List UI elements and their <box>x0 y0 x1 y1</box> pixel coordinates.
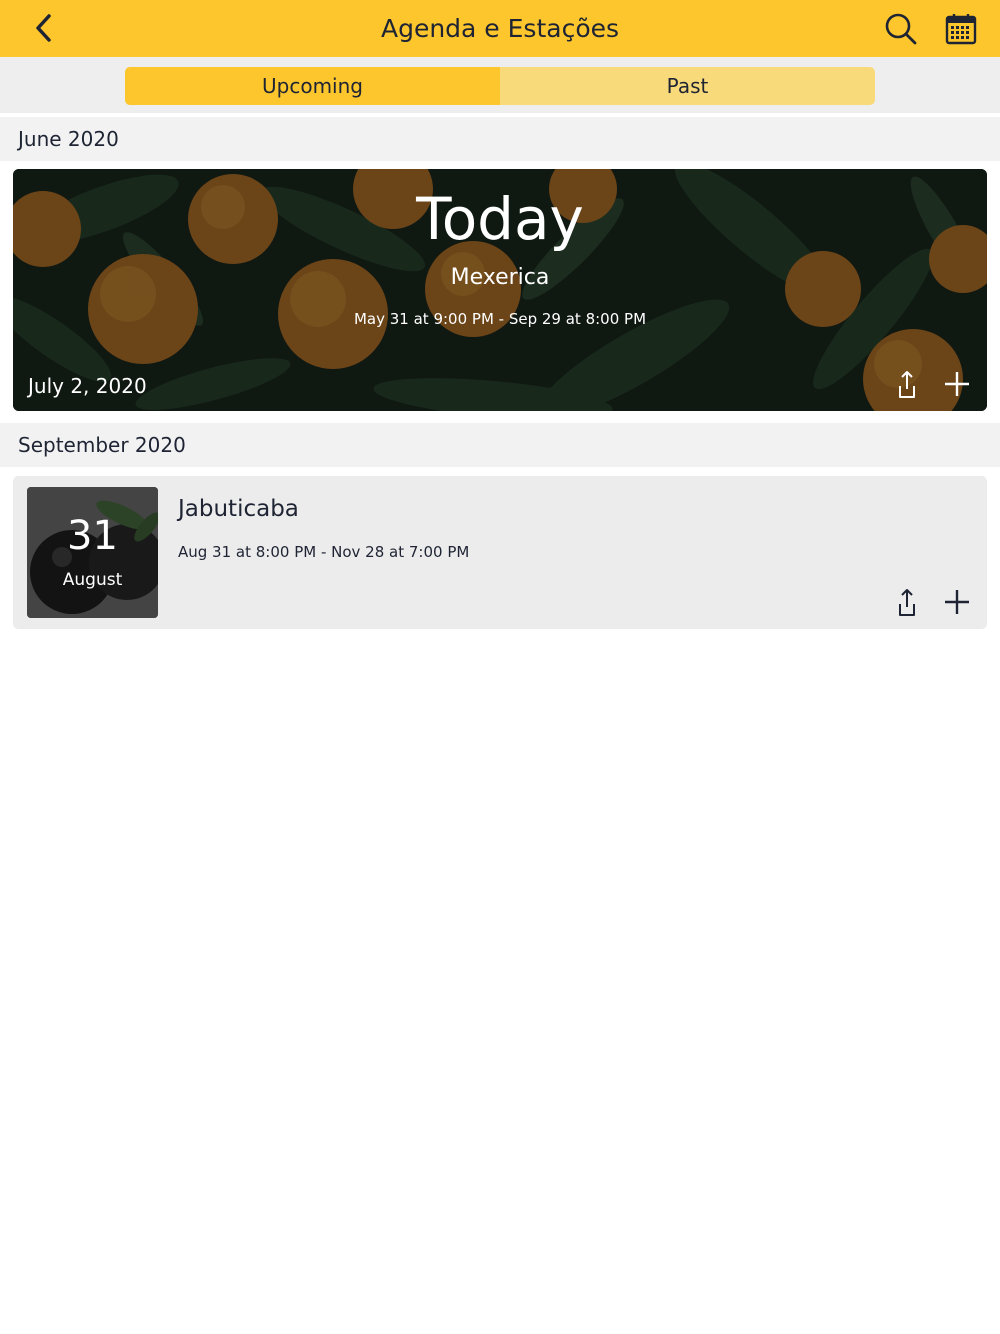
tab-bar-area: Upcoming Past <box>0 57 1000 115</box>
section-header-june: June 2020 <box>0 117 1000 161</box>
event-title: Jabuticaba <box>178 496 299 522</box>
plus-icon <box>945 372 969 396</box>
event-day: 31 <box>67 513 118 559</box>
back-button[interactable] <box>26 10 62 46</box>
event-dates: Aug 31 at 8:00 PM - Nov 28 at 7:00 PM <box>178 543 470 561</box>
event-add-button[interactable] <box>942 587 972 617</box>
featured-share-button[interactable] <box>892 369 920 399</box>
share-icon <box>899 371 915 398</box>
search-button[interactable] <box>883 11 919 47</box>
search-icon <box>885 13 917 45</box>
featured-event-name: Mexerica <box>450 265 550 290</box>
tab-upcoming[interactable]: Upcoming <box>125 67 500 105</box>
event-share-button[interactable] <box>892 587 920 617</box>
featured-event-card[interactable]: Today Mexerica May 31 at 9:00 PM - Sep 2… <box>13 169 987 411</box>
event-month: August <box>62 570 123 590</box>
calendar-button[interactable] <box>943 11 979 47</box>
share-icon <box>899 589 915 616</box>
page-title: Agenda e Estações <box>380 14 620 43</box>
event-thumbnail: 31 August <box>27 487 158 618</box>
calendar-icon <box>945 14 977 45</box>
tab-past[interactable]: Past <box>500 67 875 105</box>
current-date: July 2, 2020 <box>28 374 147 398</box>
featured-add-button[interactable] <box>942 369 972 399</box>
chevron-left-icon <box>36 14 51 42</box>
section-header-september: September 2020 <box>0 423 1000 467</box>
segmented-control: Upcoming Past <box>125 67 875 105</box>
plus-icon <box>945 590 969 614</box>
featured-event-dates: May 31 at 9:00 PM - Sep 29 at 8:00 PM <box>353 310 647 328</box>
top-bar: Agenda e Estações <box>0 0 1000 57</box>
event-card[interactable]: 31 August Jabuticaba Aug 31 at 8:00 PM -… <box>13 476 987 629</box>
today-label: Today <box>416 185 584 253</box>
